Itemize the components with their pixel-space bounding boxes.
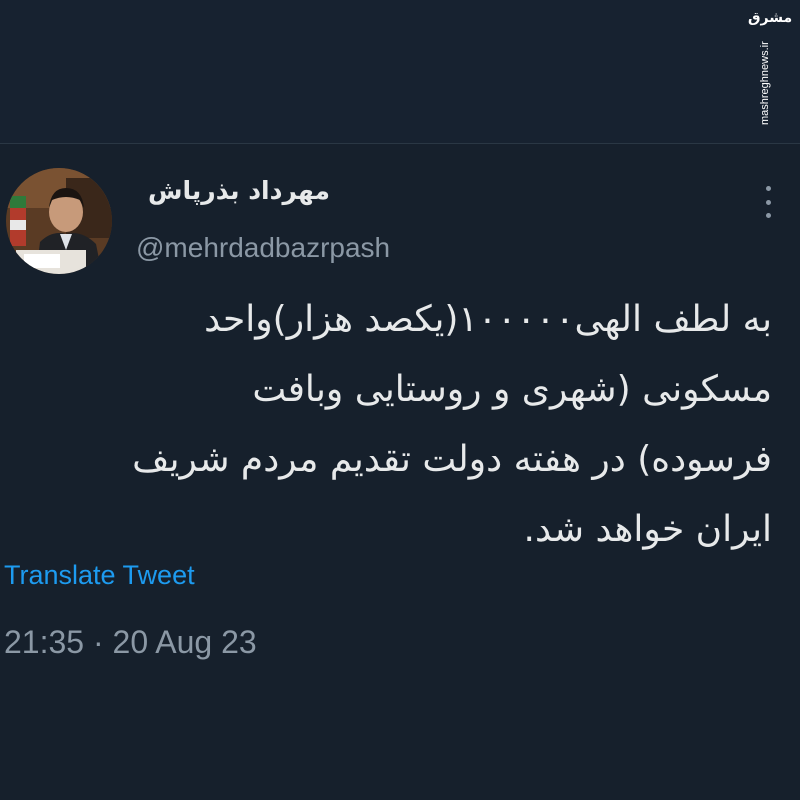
dot-icon [765, 186, 771, 191]
avatar[interactable] [6, 168, 112, 274]
tweet-timestamp[interactable]: 21:35 · 20 Aug 23 [4, 624, 257, 661]
user-handle[interactable]: @mehrdadbazrpash [136, 232, 390, 264]
tweet-text-line: ایران خواهد شد. [523, 509, 772, 550]
dot-icon [765, 213, 771, 218]
more-options-icon[interactable] [756, 186, 780, 218]
watermark-site: mashreghnews.ir [759, 41, 771, 125]
tweet-text: به لطف الهی۱۰۰۰۰۰(یکصد هزار)واحد مسکونی … [2, 285, 772, 565]
tweet-text-line: مسکونی (شهری و روستایی وبافت [252, 369, 772, 410]
profile-photo [6, 168, 112, 274]
mashregh-watermark: مشرق mashreghnews.ir [748, 10, 792, 125]
tweet-text-line: فرسوده) در هفته دولت تقدیم مردم شریف [132, 439, 772, 480]
top-banner: مشرق mashreghnews.ir [0, 0, 800, 144]
tweet-text-line: به لطف الهی۱۰۰۰۰۰(یکصد هزار)واحد [204, 299, 772, 340]
watermark-logo: مشرق [748, 10, 793, 26]
translate-tweet-link[interactable]: Translate Tweet [4, 560, 195, 591]
dot-icon [765, 199, 771, 205]
display-name[interactable]: مهرداد بذرپاش [148, 176, 330, 205]
